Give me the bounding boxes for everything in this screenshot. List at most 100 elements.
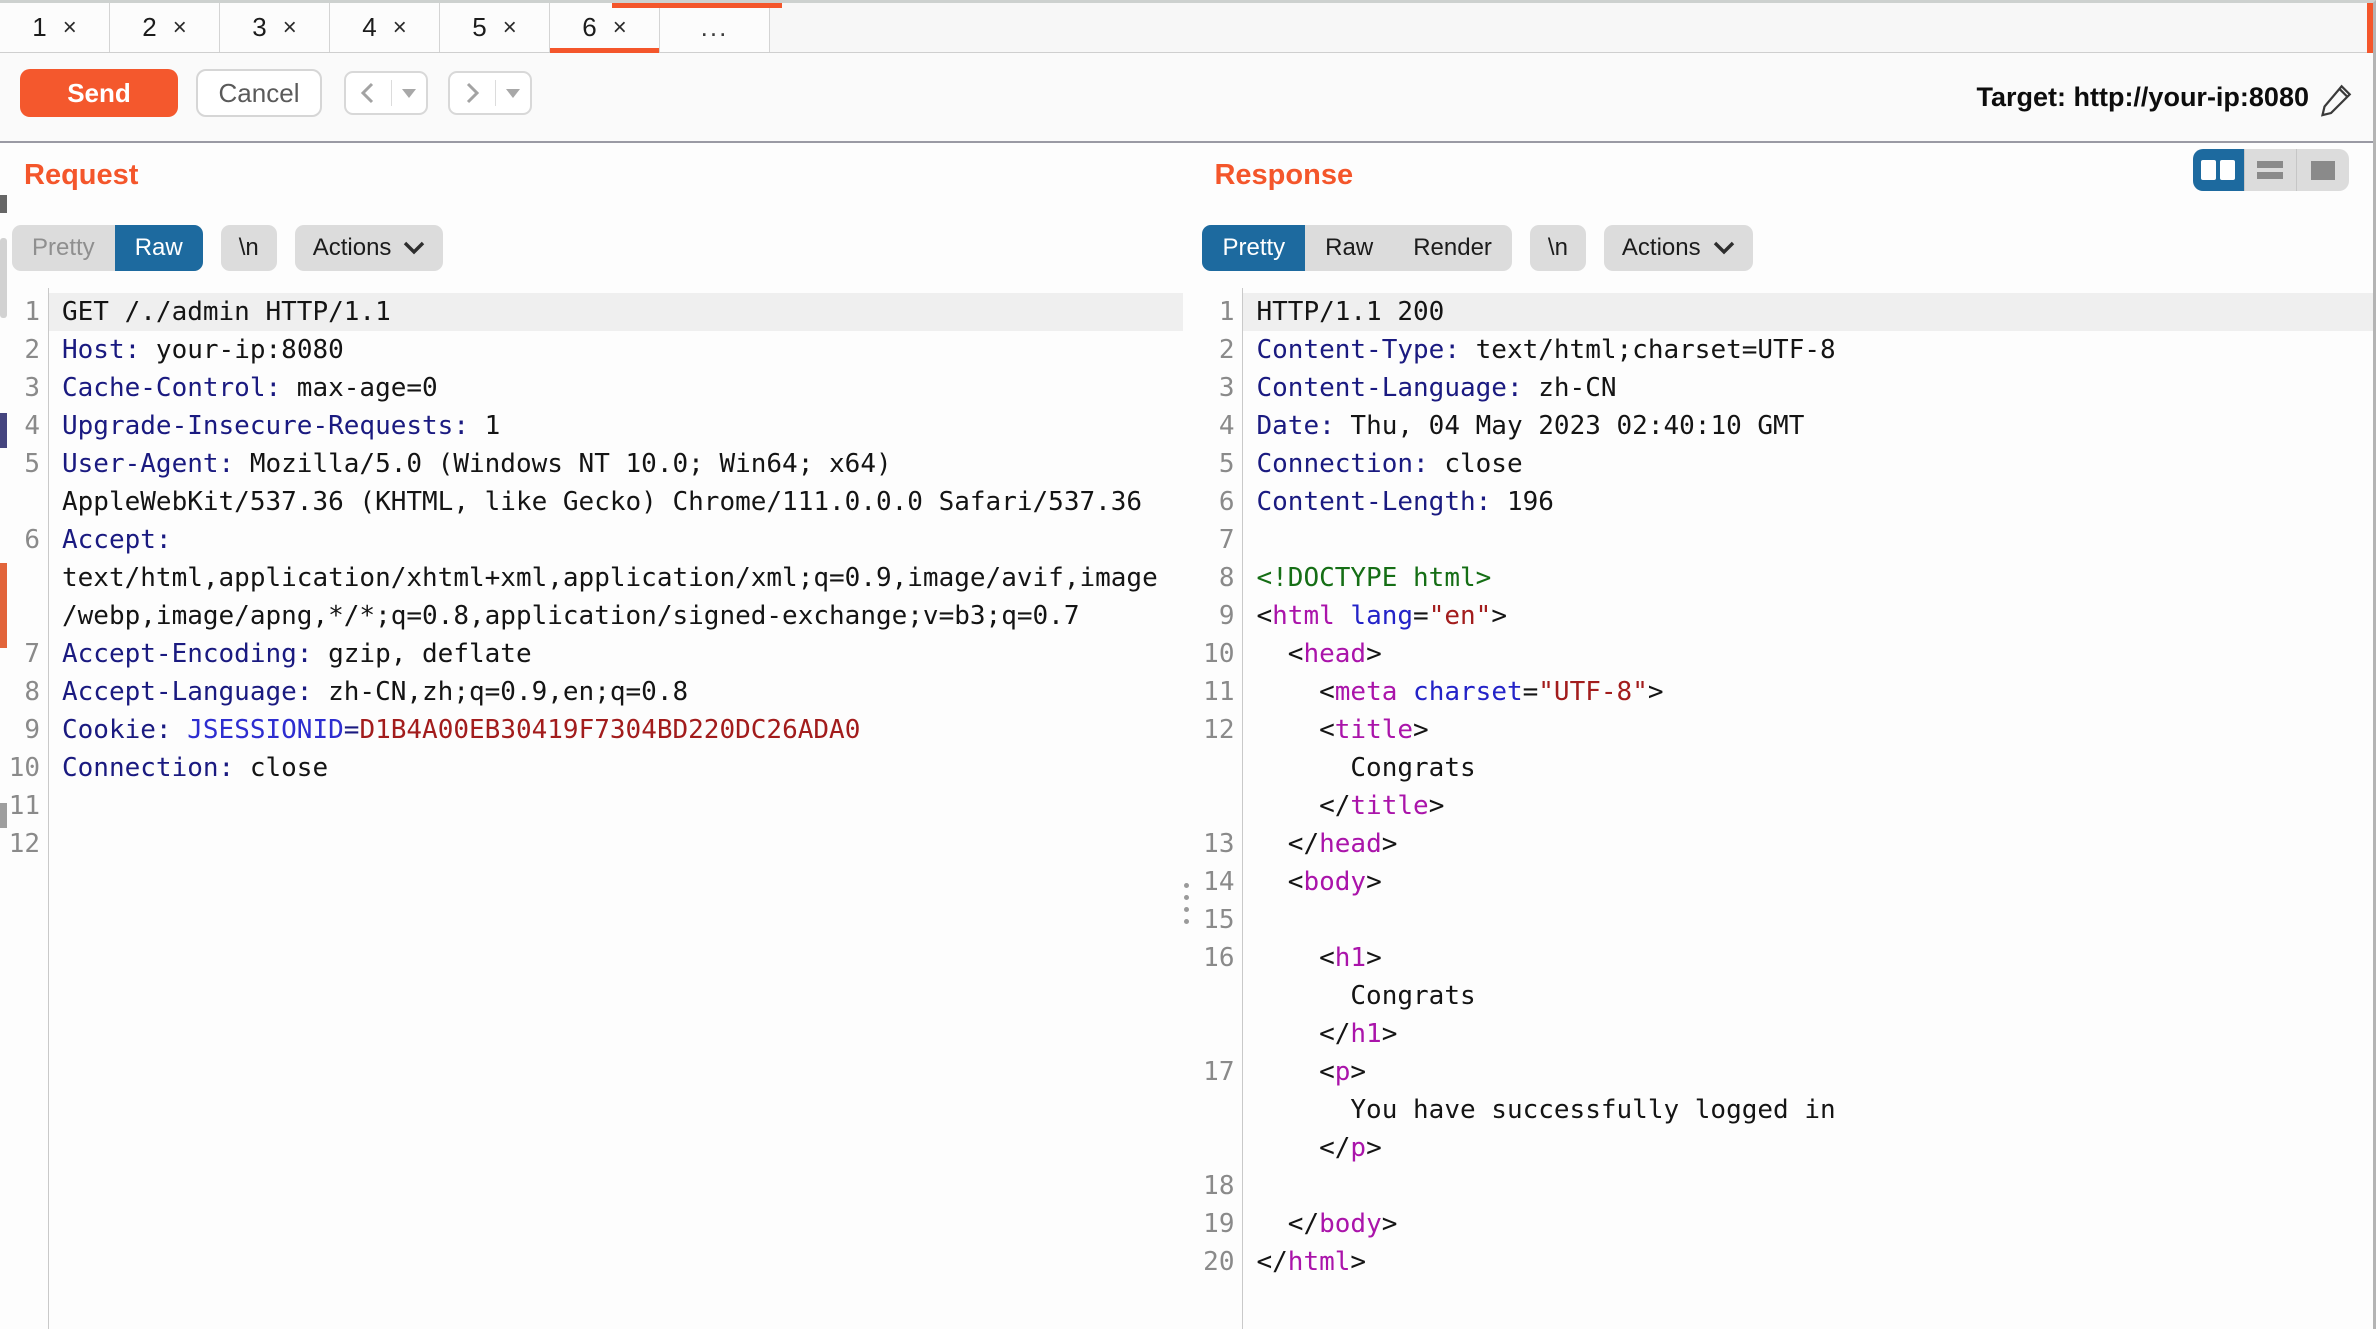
single-layout-button[interactable]	[2297, 149, 2349, 191]
line-content: <title>	[1242, 711, 2373, 749]
repeater-tab-...[interactable]: ...	[660, 3, 770, 52]
line-number: 19	[1190, 1205, 1234, 1243]
line-number: 2	[1190, 331, 1234, 369]
code-line[interactable]: 3Cache-Control: max-age=0	[0, 369, 1183, 407]
tab-close-icon[interactable]: ×	[63, 16, 77, 40]
code-line[interactable]: 10Connection: close	[0, 749, 1183, 787]
line-number: 8	[1190, 559, 1234, 597]
chevron-right-icon	[450, 80, 495, 106]
request-editor[interactable]: 1GET /./admin HTTP/1.12Host: your-ip:808…	[0, 288, 1183, 1329]
target-url-label: Target: http://your-ip:8080	[1976, 82, 2309, 113]
request-actions-button[interactable]: Actions	[295, 225, 444, 271]
gutter-separator	[48, 288, 49, 1329]
line-content: HTTP/1.1 200	[1242, 293, 2373, 331]
code-line: 9<html lang="en">	[1190, 597, 2373, 635]
tab-close-icon[interactable]: ×	[283, 16, 297, 40]
code-line: 12 <title>	[1190, 711, 2373, 749]
code-line: 11 <meta charset="UTF-8">	[1190, 673, 2373, 711]
line-content	[48, 825, 1183, 863]
rows-layout-button[interactable]	[2245, 149, 2297, 191]
line-content: </head>	[1242, 825, 2373, 863]
repeater-tab-6[interactable]: 6×	[550, 3, 660, 52]
repeater-tab-2[interactable]: 2×	[110, 3, 220, 52]
line-number	[0, 597, 40, 635]
code-line: 17 <p>	[1190, 1053, 2373, 1091]
code-line: 2Content-Type: text/html;charset=UTF-8	[1190, 331, 2373, 369]
line-number: 12	[1190, 711, 1234, 749]
request-panel: Request PrettyRaw \n Actions 1GET /./adm…	[0, 143, 1183, 1329]
tab-close-icon[interactable]: ×	[503, 16, 517, 40]
response-actions-button[interactable]: Actions	[1604, 225, 1753, 271]
tab-label: 4	[362, 12, 376, 43]
code-line[interactable]: 2Host: your-ip:8080	[0, 331, 1183, 369]
tab-label: 3	[252, 12, 266, 43]
repeater-toolbar: Send Cancel Target: http://your-ip:8080	[0, 53, 2373, 143]
previous-dropdown-button[interactable]	[392, 89, 426, 98]
repeater-tab-5[interactable]: 5×	[440, 3, 550, 52]
tab-close-icon[interactable]: ×	[613, 16, 627, 40]
request-newline-button[interactable]: \n	[221, 225, 277, 271]
repeater-tab-1[interactable]: 1×	[0, 3, 110, 52]
request-view-tab-pretty[interactable]: Pretty	[12, 225, 115, 271]
send-button[interactable]: Send	[20, 69, 178, 117]
response-view-tab-render[interactable]: Render	[1393, 225, 1512, 271]
tab-drag-indicator	[612, 3, 782, 8]
single-pane-icon	[2311, 161, 2335, 180]
code-line: 14 <body>	[1190, 863, 2373, 901]
line-content: Accept-Encoding: gzip, deflate	[48, 635, 1183, 673]
line-content	[1242, 901, 2373, 939]
response-newline-button[interactable]: \n	[1530, 225, 1586, 271]
rows-icon	[2257, 161, 2283, 179]
code-line[interactable]: 7Accept-Encoding: gzip, deflate	[0, 635, 1183, 673]
tab-close-icon[interactable]: ×	[393, 16, 407, 40]
repeater-tab-3[interactable]: 3×	[220, 3, 330, 52]
line-number	[0, 559, 40, 597]
columns-layout-button[interactable]	[2193, 149, 2245, 191]
code-line[interactable]: 4Upgrade-Insecure-Requests: 1	[0, 407, 1183, 445]
code-line[interactable]: /webp,image/apng,*/*;q=0.8,application/s…	[0, 597, 1183, 635]
tab-label: 1	[32, 12, 46, 43]
cancel-button[interactable]: Cancel	[196, 69, 322, 117]
response-title: Response	[1214, 159, 1353, 192]
code-line: You have successfully logged in	[1190, 1091, 2373, 1129]
line-number: 20	[1190, 1243, 1234, 1281]
repeater-tab-4[interactable]: 4×	[330, 3, 440, 52]
request-view-tab-raw[interactable]: Raw	[115, 225, 203, 271]
code-line[interactable]: 1GET /./admin HTTP/1.1	[0, 293, 1183, 331]
code-line[interactable]: 8Accept-Language: zh-CN,zh;q=0.9,en;q=0.…	[0, 673, 1183, 711]
line-number	[1190, 977, 1234, 1015]
code-line[interactable]: text/html,application/xhtml+xml,applicat…	[0, 559, 1183, 597]
code-line[interactable]: 11	[0, 787, 1183, 825]
line-number: 10	[1190, 635, 1234, 673]
code-line[interactable]: 9Cookie: JSESSIONID=D1B4A00EB30419F7304B…	[0, 711, 1183, 749]
line-content: Upgrade-Insecure-Requests: 1	[48, 407, 1183, 445]
line-content: AppleWebKit/537.36 (KHTML, like Gecko) C…	[48, 483, 1183, 521]
repeater-tab-bar: 1×2×3×4×5×6×...	[0, 3, 2373, 53]
line-content: Congrats	[1242, 977, 2373, 1015]
tab-close-icon[interactable]: ×	[173, 16, 187, 40]
next-dropdown-button[interactable]	[496, 89, 530, 98]
code-line[interactable]: AppleWebKit/537.36 (KHTML, like Gecko) C…	[0, 483, 1183, 521]
code-line[interactable]: 12	[0, 825, 1183, 863]
response-view-tab-raw[interactable]: Raw	[1305, 225, 1393, 271]
line-number: 7	[1190, 521, 1234, 559]
tab-label: 2	[142, 12, 156, 43]
code-line[interactable]: 6Accept:	[0, 521, 1183, 559]
splitter-handle-icon[interactable]	[1184, 883, 1189, 924]
line-content: Accept:	[48, 521, 1183, 559]
line-number: 17	[1190, 1053, 1234, 1091]
panel-splitter[interactable]	[1183, 143, 1191, 1329]
edit-target-icon[interactable]	[2319, 79, 2357, 122]
code-line: 5Connection: close	[1190, 445, 2373, 483]
line-content: User-Agent: Mozilla/5.0 (Windows NT 10.0…	[48, 445, 1183, 483]
previous-request-button[interactable]	[344, 71, 428, 115]
code-line[interactable]: 5User-Agent: Mozilla/5.0 (Windows NT 10.…	[0, 445, 1183, 483]
response-view-tab-pretty[interactable]: Pretty	[1202, 225, 1305, 271]
line-content: Connection: close	[48, 749, 1183, 787]
code-line: 10 <head>	[1190, 635, 2373, 673]
next-request-button[interactable]	[448, 71, 532, 115]
line-content: /webp,image/apng,*/*;q=0.8,application/s…	[48, 597, 1183, 635]
response-editor[interactable]: 1HTTP/1.1 2002Content-Type: text/html;ch…	[1190, 288, 2373, 1329]
line-number: 11	[0, 787, 40, 825]
line-content: You have successfully logged in	[1242, 1091, 2373, 1129]
